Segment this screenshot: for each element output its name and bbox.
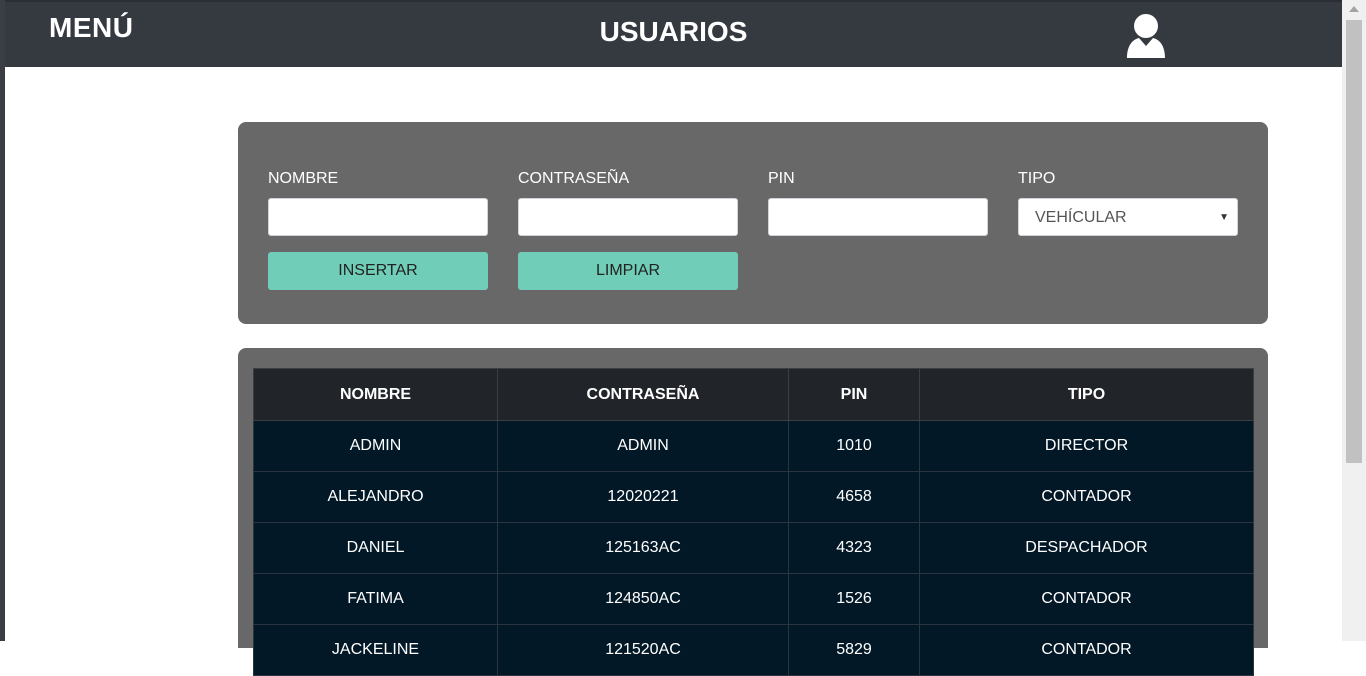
cell-nombre: ALEJANDRO bbox=[253, 471, 498, 523]
user-form-panel: NOMBRE CONTRASEÑA PIN TIPO VEHÍCULAR ▼ I… bbox=[238, 122, 1268, 324]
tipo-label: TIPO bbox=[1018, 170, 1056, 187]
table-header-row: NOMBRE CONTRASEÑA PIN TIPO bbox=[253, 368, 1254, 421]
users-table-panel: NOMBRE CONTRASEÑA PIN TIPO ADMIN ADMIN 1… bbox=[238, 348, 1268, 676]
cell-nombre: FATIMA bbox=[253, 573, 498, 625]
contrasena-label: CONTRASEÑA bbox=[518, 170, 630, 187]
window-left-border bbox=[0, 0, 5, 641]
vertical-scrollbar[interactable] bbox=[1342, 0, 1366, 641]
scroll-up-arrow-icon[interactable] bbox=[1349, 6, 1359, 12]
cell-tipo: DIRECTOR bbox=[919, 420, 1254, 472]
cell-pin: 1526 bbox=[788, 573, 920, 625]
cell-tipo: CONTADOR bbox=[919, 471, 1254, 523]
clear-button[interactable]: LIMPIAR bbox=[518, 252, 738, 290]
cell-nombre: JACKELINE bbox=[253, 624, 498, 676]
nombre-input[interactable] bbox=[268, 198, 488, 236]
table-row[interactable]: ADMIN ADMIN 1010 DIRECTOR bbox=[253, 420, 1254, 472]
column-header: TIPO bbox=[919, 368, 1254, 421]
cell-contrasena: 124850AC bbox=[497, 573, 789, 625]
column-header: PIN bbox=[788, 368, 920, 421]
cell-contrasena: 12020221 bbox=[497, 471, 789, 523]
table-row[interactable]: JACKELINE 121520AC 5829 CONTADOR bbox=[253, 624, 1254, 676]
cell-pin: 4658 bbox=[788, 471, 920, 523]
user-icon[interactable] bbox=[1125, 12, 1167, 60]
users-table: NOMBRE CONTRASEÑA PIN TIPO ADMIN ADMIN 1… bbox=[253, 368, 1254, 676]
top-navbar: MENÚ USUARIOS bbox=[5, 2, 1342, 67]
table-row[interactable]: ALEJANDRO 12020221 4658 CONTADOR bbox=[253, 471, 1254, 523]
cell-nombre: ADMIN bbox=[253, 420, 498, 472]
cell-pin: 5829 bbox=[788, 624, 920, 676]
cell-contrasena: ADMIN bbox=[497, 420, 789, 472]
cell-contrasena: 121520AC bbox=[497, 624, 789, 676]
cell-tipo: DESPACHADOR bbox=[919, 522, 1254, 574]
table-row[interactable]: DANIEL 125163AC 4323 DESPACHADOR bbox=[253, 522, 1254, 574]
cell-nombre: DANIEL bbox=[253, 522, 498, 574]
cell-pin: 4323 bbox=[788, 522, 920, 574]
cell-tipo: CONTADOR bbox=[919, 624, 1254, 676]
tipo-select-value: VEHÍCULAR bbox=[1035, 209, 1127, 226]
pin-label: PIN bbox=[768, 170, 795, 187]
scrollbar-thumb[interactable] bbox=[1346, 20, 1362, 463]
insert-button[interactable]: INSERTAR bbox=[268, 252, 488, 290]
column-header: CONTRASEÑA bbox=[497, 368, 789, 421]
tipo-select[interactable]: VEHÍCULAR ▼ bbox=[1018, 198, 1238, 236]
cell-tipo: CONTADOR bbox=[919, 573, 1254, 625]
chevron-down-icon: ▼ bbox=[1219, 212, 1229, 223]
contrasena-input[interactable] bbox=[518, 198, 738, 236]
nombre-label: NOMBRE bbox=[268, 170, 339, 187]
table-row[interactable]: FATIMA 124850AC 1526 CONTADOR bbox=[253, 573, 1254, 625]
pin-input[interactable] bbox=[768, 198, 988, 236]
column-header: NOMBRE bbox=[253, 368, 498, 421]
cell-pin: 1010 bbox=[788, 420, 920, 472]
cell-contrasena: 125163AC bbox=[497, 522, 789, 574]
